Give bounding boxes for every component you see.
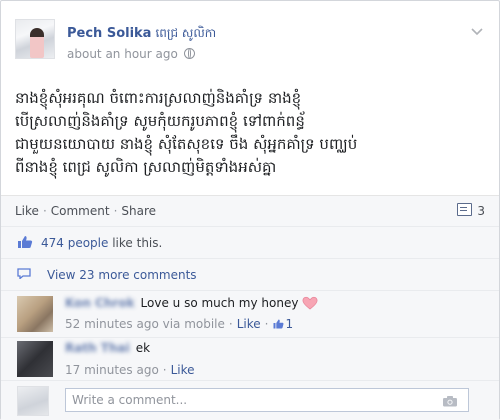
author-avatar[interactable] (15, 19, 55, 59)
likes-summary: 474 people like this. (1, 226, 499, 258)
share-count-value: 3 (477, 204, 485, 218)
post-line: ជាមួយនយោបាយ នាងខ្ញុំ សុំតែសុខទេ ចឹង សុំអ… (15, 135, 358, 153)
post-timestamp[interactable]: about an hour ago (67, 47, 178, 61)
likes-people-link[interactable]: 474 people (41, 236, 108, 250)
view-more-comments-link[interactable]: View 23 more comments (47, 268, 197, 282)
post-line: បើស្រលាញ់និងគាំទ្រ សូមកុំយករូបភាពខ្ញុំ ទ… (15, 112, 305, 130)
chevron-down-icon[interactable] (471, 25, 483, 39)
comment-timestamp[interactable]: 52 minutes ago via mobile (65, 317, 225, 331)
comment-like-link[interactable]: Like (171, 363, 195, 377)
globe-icon (183, 48, 195, 59)
comment-like-count[interactable]: 1 (286, 317, 294, 331)
write-comment-row: Write a comment... (1, 380, 499, 420)
comment-bubble-icon (17, 268, 31, 279)
comment-meta: 17 minutes ago · Like (65, 363, 195, 377)
current-user-avatar (17, 386, 49, 416)
comment-text: ek (135, 341, 151, 355)
like-link[interactable]: Like (15, 204, 39, 218)
comment-input[interactable]: Write a comment... (65, 388, 469, 412)
likes-suffix: like this. (108, 236, 163, 250)
commenter-avatar[interactable] (17, 341, 53, 377)
author-name[interactable]: Pech Solika ពេជ្រ សូលិកា (67, 25, 216, 43)
separator: · (228, 317, 233, 331)
author-name-khmer[interactable]: ពេជ្រ សូលិកា (155, 26, 216, 40)
separator: · (42, 204, 47, 218)
action-links: Like · Comment · Share (15, 204, 156, 218)
share-link[interactable]: Share (121, 204, 156, 218)
view-more-comments-row[interactable]: View 23 more comments (1, 258, 499, 290)
post-meta: about an hour ago (67, 47, 195, 61)
commenter-name[interactable]: Kon Chrok (65, 296, 135, 310)
post-line: ពីនាងខ្ញុំ ពេជ្រ សូលិកា ស្រលាញ់មិត្តទាំង… (15, 158, 277, 176)
comment-line: Rath Thai ek (65, 341, 150, 355)
post-body: នាងខ្ញុំសុំអរគុណ ចំពោះការស្រលាញ់និងគាំទ្… (15, 87, 485, 179)
share-count[interactable]: 3 (457, 203, 485, 218)
author-name-latin[interactable]: Pech Solika (67, 26, 151, 41)
comment-meta: 52 minutes ago via mobile · Like · 1 (65, 317, 293, 331)
comment-link[interactable]: Comment (51, 204, 110, 218)
camera-icon[interactable] (442, 395, 458, 407)
comment-item: Kon Chrok Love u so much my honey 52 minu… (1, 290, 499, 337)
comment-like-link[interactable]: Like (237, 317, 261, 331)
heart-icon (302, 296, 318, 310)
post-header: Pech Solika ពេជ្រ សូលិកា about an hour ag… (15, 19, 485, 69)
comment-input-placeholder: Write a comment... (72, 393, 188, 407)
likes-text: 474 people like this. (41, 236, 162, 250)
post-actions: Like · Comment · Share 3 (1, 195, 499, 226)
commenter-name[interactable]: Rath Thai (65, 341, 130, 355)
thumbs-up-icon (18, 236, 33, 248)
separator: · (113, 204, 118, 218)
separator: · (162, 363, 167, 377)
separator: · (264, 317, 269, 331)
post-line: នាងខ្ញុំសុំអរគុណ ចំពោះការស្រលាញ់និងគាំទ្… (15, 89, 302, 107)
comment-timestamp[interactable]: 17 minutes ago (65, 363, 159, 377)
commenter-avatar[interactable] (17, 296, 53, 332)
comment-text: Love u so much my honey (140, 296, 299, 310)
post-card: Pech Solika ពេជ្រ សូលិកា about an hour ag… (0, 0, 500, 420)
comment-item: Rath Thai ek 17 minutes ago · Like (1, 337, 499, 380)
thumbs-up-icon (273, 319, 284, 329)
comment-line: Kon Chrok Love u so much my honey (65, 296, 318, 310)
share-icon (457, 203, 473, 216)
